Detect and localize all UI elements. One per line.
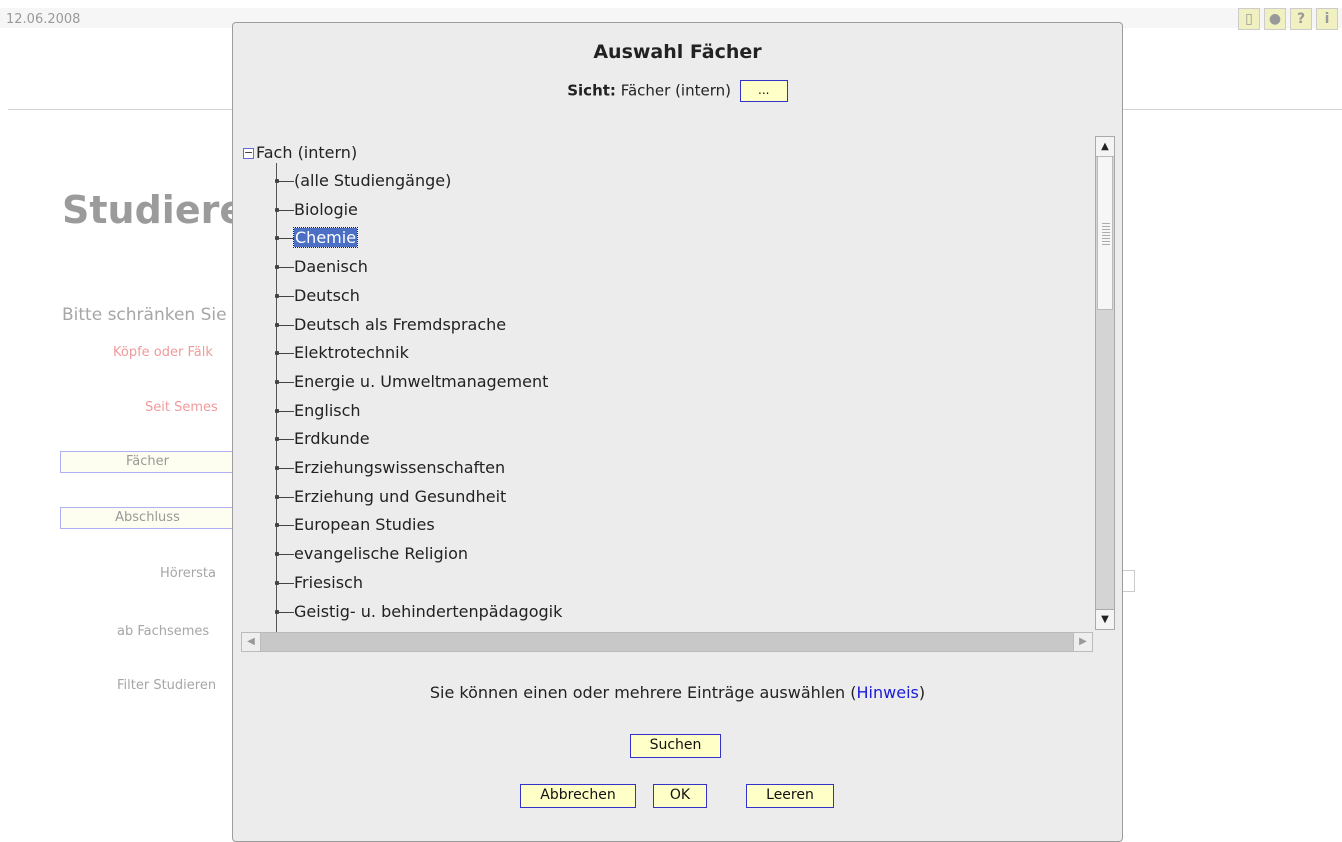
tree-connector-icon bbox=[275, 437, 294, 442]
dot-icon[interactable]: ● bbox=[1264, 8, 1286, 30]
view-value: Fächer (intern) bbox=[620, 81, 731, 100]
intro-text: Bitte schränken Sie bbox=[62, 305, 227, 325]
tree-item[interactable]: Friesisch bbox=[275, 569, 363, 597]
view-label: Sicht: bbox=[567, 81, 616, 100]
tree-connector-icon bbox=[275, 552, 294, 557]
tree-connector-icon bbox=[275, 379, 294, 384]
faecher-field[interactable]: Fächer bbox=[60, 451, 235, 473]
label-koepfe: Köpfe oder Fälk bbox=[113, 345, 213, 360]
document-icon[interactable]: ▯ bbox=[1238, 8, 1260, 30]
abschluss-field[interactable]: Abschluss bbox=[60, 507, 235, 529]
tree-connector-icon bbox=[275, 466, 294, 470]
tree-item-label: European Studies bbox=[294, 515, 435, 535]
help-icon[interactable]: ? bbox=[1290, 8, 1312, 30]
tree-item-label: Biologie bbox=[294, 199, 358, 219]
tree-item-label: Erziehungswissenschaften bbox=[294, 458, 506, 477]
date-label: 12.06.2008 bbox=[6, 12, 81, 27]
subject-tree[interactable]: − Fach (intern) (alle Studiengänge) Biolog… bbox=[241, 135, 1091, 648]
scroll-grip-icon bbox=[1102, 223, 1110, 245]
tree-item[interactable]: Chemie bbox=[275, 224, 359, 252]
tree-item-label: (alle Studiengänge) bbox=[294, 171, 452, 190]
label-ab-fachsemester: ab Fachsemes bbox=[117, 624, 210, 639]
dialog-title: Auswahl Fächer bbox=[593, 41, 762, 63]
tree-item[interactable]: Deutsch als Fremdsprache bbox=[275, 311, 507, 339]
tree-connector-icon bbox=[275, 523, 294, 528]
tree-item-label: Deutsch als Fremdsprache bbox=[294, 314, 507, 334]
tree-connector-icon bbox=[275, 408, 294, 413]
tree-connector-icon bbox=[275, 293, 294, 298]
vertical-scrollbar[interactable]: ▲ ▼ bbox=[1095, 136, 1115, 630]
info-icon[interactable]: i bbox=[1316, 8, 1338, 30]
tree-item-label: Geistig- u. behindertenpädagogik bbox=[294, 601, 563, 621]
tree-item-label: Englisch bbox=[294, 400, 361, 420]
selection-hint: Sie können einen oder mehrere Einträge a… bbox=[233, 683, 1122, 702]
tree-connector-icon bbox=[275, 494, 294, 499]
tree-item[interactable]: Geistig- u. behindertenpädagogik bbox=[275, 598, 563, 626]
label-filter: Filter Studieren bbox=[117, 678, 217, 693]
label-hoererstatus: Hörersta bbox=[160, 566, 216, 581]
horizontal-scrollbar[interactable]: ◀ ▶ bbox=[241, 632, 1093, 652]
tree-item[interactable]: Daenisch bbox=[275, 253, 368, 281]
tree-connector-icon bbox=[275, 322, 294, 327]
hint-link[interactable]: Hinweis bbox=[857, 683, 919, 702]
tree-connector-icon bbox=[275, 351, 294, 356]
tree-item[interactable]: Elektrotechnik bbox=[275, 339, 409, 367]
hint-close: ) bbox=[918, 683, 926, 702]
tree-item-label: Friesisch bbox=[294, 572, 363, 592]
tree-item-label: evangelische Religion bbox=[294, 544, 469, 564]
view-change-button[interactable]: ... bbox=[739, 80, 788, 102]
tree-item-label: Erdkunde bbox=[294, 429, 370, 449]
label-seit-semester: Seit Semes bbox=[145, 400, 218, 415]
tree-item[interactable]: evangelische Religion bbox=[275, 540, 469, 568]
scroll-corner bbox=[1095, 632, 1115, 652]
scroll-thumb[interactable] bbox=[1097, 156, 1113, 310]
tree-item-label: Chemie bbox=[292, 227, 359, 249]
background-control bbox=[1122, 570, 1135, 592]
scroll-down-arrow-icon[interactable]: ▼ bbox=[1096, 609, 1114, 629]
tree-connector-icon bbox=[275, 265, 294, 270]
tree-root-label: Fach (intern) bbox=[256, 143, 358, 162]
tree-item[interactable]: Erdkunde bbox=[275, 425, 370, 453]
tree-item[interactable]: Deutsch bbox=[275, 282, 360, 310]
tree-root[interactable]: − Fach (intern) bbox=[243, 139, 357, 167]
tree-item-label: Elektrotechnik bbox=[294, 343, 409, 363]
tree-item[interactable]: Englisch bbox=[275, 397, 361, 425]
tree-item[interactable]: Energie u. Umweltmanagement bbox=[275, 368, 549, 396]
ok-button[interactable]: OK bbox=[653, 784, 707, 808]
tree-item-label: Erziehung und Gesundheit bbox=[294, 486, 507, 506]
tree-item-label: Deutsch bbox=[294, 285, 360, 305]
cancel-button[interactable]: Abbrechen bbox=[520, 784, 636, 808]
tree-item[interactable]: Erziehung und Gesundheit bbox=[275, 483, 507, 511]
scroll-right-arrow-icon[interactable]: ▶ bbox=[1073, 633, 1092, 651]
search-button[interactable]: Suchen bbox=[630, 734, 721, 758]
tree-connector-icon bbox=[275, 236, 294, 241]
tree-item[interactable]: Erziehungswissenschaften bbox=[275, 454, 506, 482]
view-selector: Sicht: Fächer (intern) ... bbox=[233, 80, 1122, 102]
tree-item-label: Energie u. Umweltmanagement bbox=[294, 371, 549, 391]
tree-item[interactable]: Biologie bbox=[275, 196, 358, 224]
clear-button[interactable]: Leeren bbox=[746, 784, 834, 808]
tree-item[interactable]: (alle Studiengänge) bbox=[275, 167, 452, 195]
tree-connector-icon bbox=[275, 179, 294, 183]
subject-selection-dialog: Auswahl Fächer Sicht: Fächer (intern) ..… bbox=[232, 22, 1123, 842]
tree-connector-icon bbox=[275, 207, 294, 212]
scroll-left-arrow-icon[interactable]: ◀ bbox=[242, 633, 261, 651]
top-toolbar: ▯ ● ? i bbox=[1238, 8, 1338, 30]
tree-connector-icon bbox=[275, 609, 294, 614]
tree-item[interactable]: European Studies bbox=[275, 511, 435, 539]
collapse-toggle-icon[interactable]: − bbox=[243, 147, 254, 159]
hint-text: Sie können einen oder mehrere Einträge a… bbox=[429, 683, 857, 702]
tree-connector-icon bbox=[275, 580, 294, 585]
scroll-up-arrow-icon[interactable]: ▲ bbox=[1096, 137, 1114, 157]
tree-item-label: Daenisch bbox=[294, 257, 368, 277]
